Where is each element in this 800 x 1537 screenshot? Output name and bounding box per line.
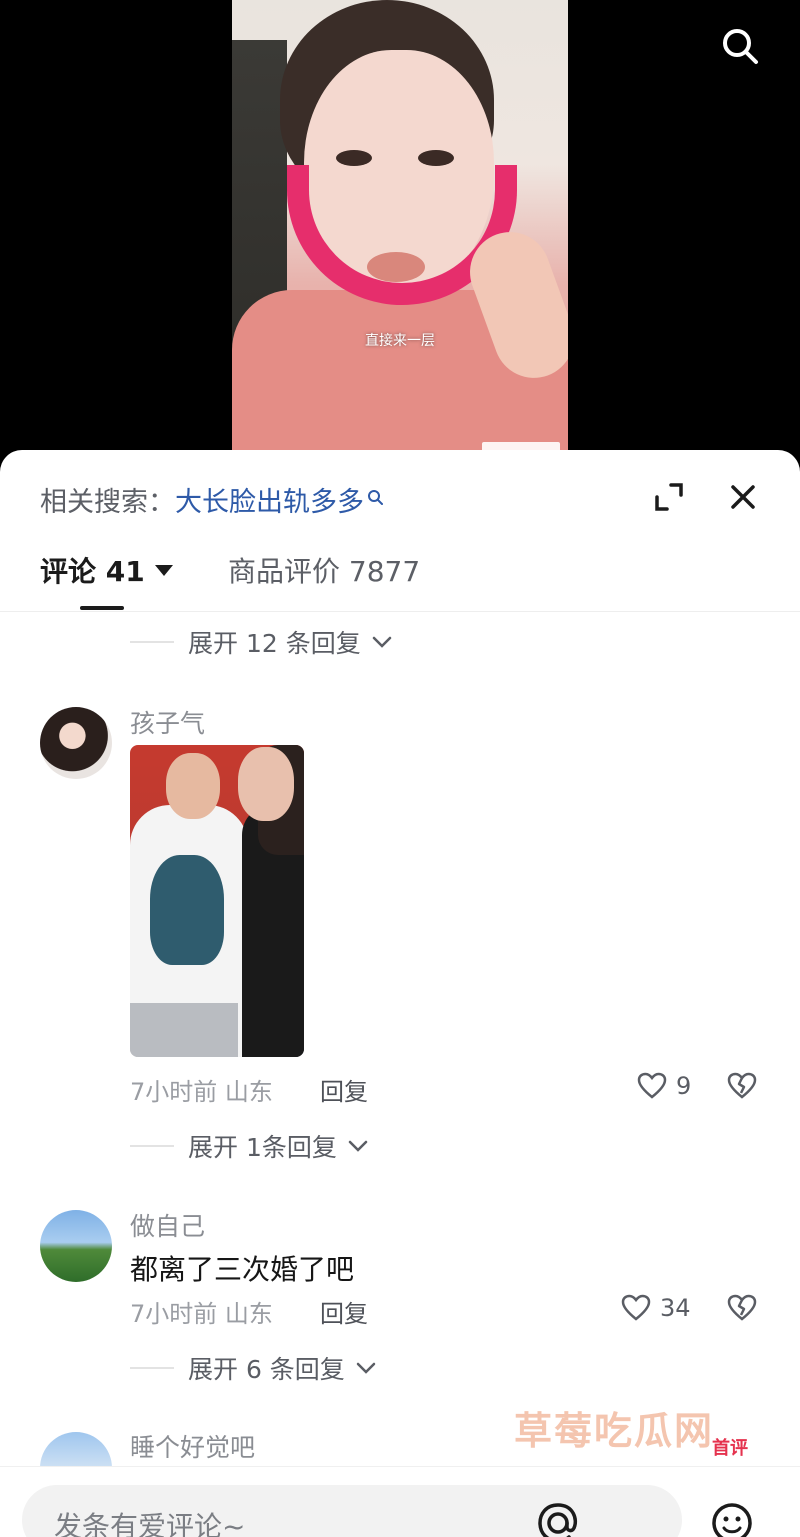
image-pants (130, 1003, 238, 1057)
related-search-keyword[interactable]: 大长脸出轨多多 (175, 487, 364, 518)
expand-replies-label: 展开 1条回复 (188, 1133, 337, 1162)
like-button[interactable]: 9 (636, 1070, 691, 1102)
comment-input-placeholder: 发条有爱评论~ (54, 1510, 246, 1537)
first-comment-badge: 首评 (712, 1438, 748, 1459)
chevron-down-icon (348, 1140, 368, 1152)
heart-icon (637, 1072, 667, 1099)
divider (130, 1367, 174, 1369)
fullscreen-icon[interactable] (652, 480, 686, 514)
reply-button[interactable]: 回复 (320, 1072, 368, 1107)
broken-heart-icon[interactable] (726, 1292, 758, 1324)
like-count: 34 (660, 1294, 691, 1322)
image-person-head (238, 747, 294, 821)
caret-down-icon[interactable] (154, 564, 173, 576)
comment-input-bar: 发条有爱评论~ (0, 1466, 800, 1537)
watermark-logo: 草莓吃瓜网 (514, 1409, 715, 1453)
search-icon (368, 489, 383, 505)
video-caption: 直接来一层 (365, 333, 435, 349)
tab-comments[interactable]: 评论 41 (40, 550, 173, 590)
chevron-down-icon (372, 636, 391, 648)
expand-replies-label: 展开 6 条回复 (188, 1355, 345, 1384)
comment-tabs: 评论 41 商品评价 7877 (0, 550, 800, 612)
like-button[interactable]: 34 (620, 1292, 691, 1324)
comment-meta: 7小时前 山东 (130, 1300, 273, 1328)
expand-replies[interactable]: 展开 6 条回复 (130, 1348, 377, 1388)
expand-replies-label: 展开 12 条回复 (188, 629, 361, 658)
emoji-icon[interactable] (706, 1497, 758, 1537)
comment-meta: 7小时前 山东 (130, 1078, 273, 1106)
comment-username[interactable]: 孩子气 (130, 704, 205, 740)
chevron-down-icon (356, 1362, 376, 1374)
heart-icon (621, 1294, 651, 1321)
reply-button[interactable]: 回复 (320, 1294, 368, 1329)
like-count: 9 (676, 1072, 692, 1100)
comment-panel: 相关搜索：大长脸出轨多多 评论 41 商品评价 7877 展开 12 条回复 孩… (0, 450, 800, 1537)
video-player[interactable]: 直接来一层 (0, 0, 800, 470)
video-eye-right (418, 150, 454, 166)
video-frame[interactable]: 直接来一层 (232, 0, 568, 470)
related-search[interactable]: 相关搜索：大长脸出轨多多 (40, 480, 386, 519)
comment-username[interactable]: 做自己 (130, 1207, 205, 1243)
tab-active-indicator (80, 606, 124, 610)
broken-heart-icon[interactable] (726, 1070, 758, 1102)
tab-comments-label: 评论 41 (40, 555, 145, 588)
image-shirt-print (150, 855, 224, 965)
expand-replies[interactable]: 展开 1条回复 (130, 1126, 369, 1166)
search-icon[interactable] (720, 26, 760, 66)
divider (130, 1145, 174, 1147)
related-search-label: 相关搜索： (40, 487, 175, 518)
divider (130, 641, 174, 643)
comment-username[interactable]: 睡个好觉吧 (130, 1428, 255, 1464)
avatar[interactable] (40, 1210, 112, 1282)
at-mention-icon[interactable] (532, 1497, 584, 1537)
avatar[interactable] (40, 707, 112, 779)
video-eye-left (336, 150, 372, 166)
tab-product-reviews[interactable]: 商品评价 7877 (228, 550, 420, 590)
comment-text: 都离了三次婚了吧 (130, 1253, 355, 1286)
comment-image[interactable] (130, 745, 304, 1057)
expand-replies[interactable]: 展开 12 条回复 (130, 622, 393, 662)
image-person-head (166, 753, 220, 819)
close-icon[interactable] (726, 480, 760, 514)
